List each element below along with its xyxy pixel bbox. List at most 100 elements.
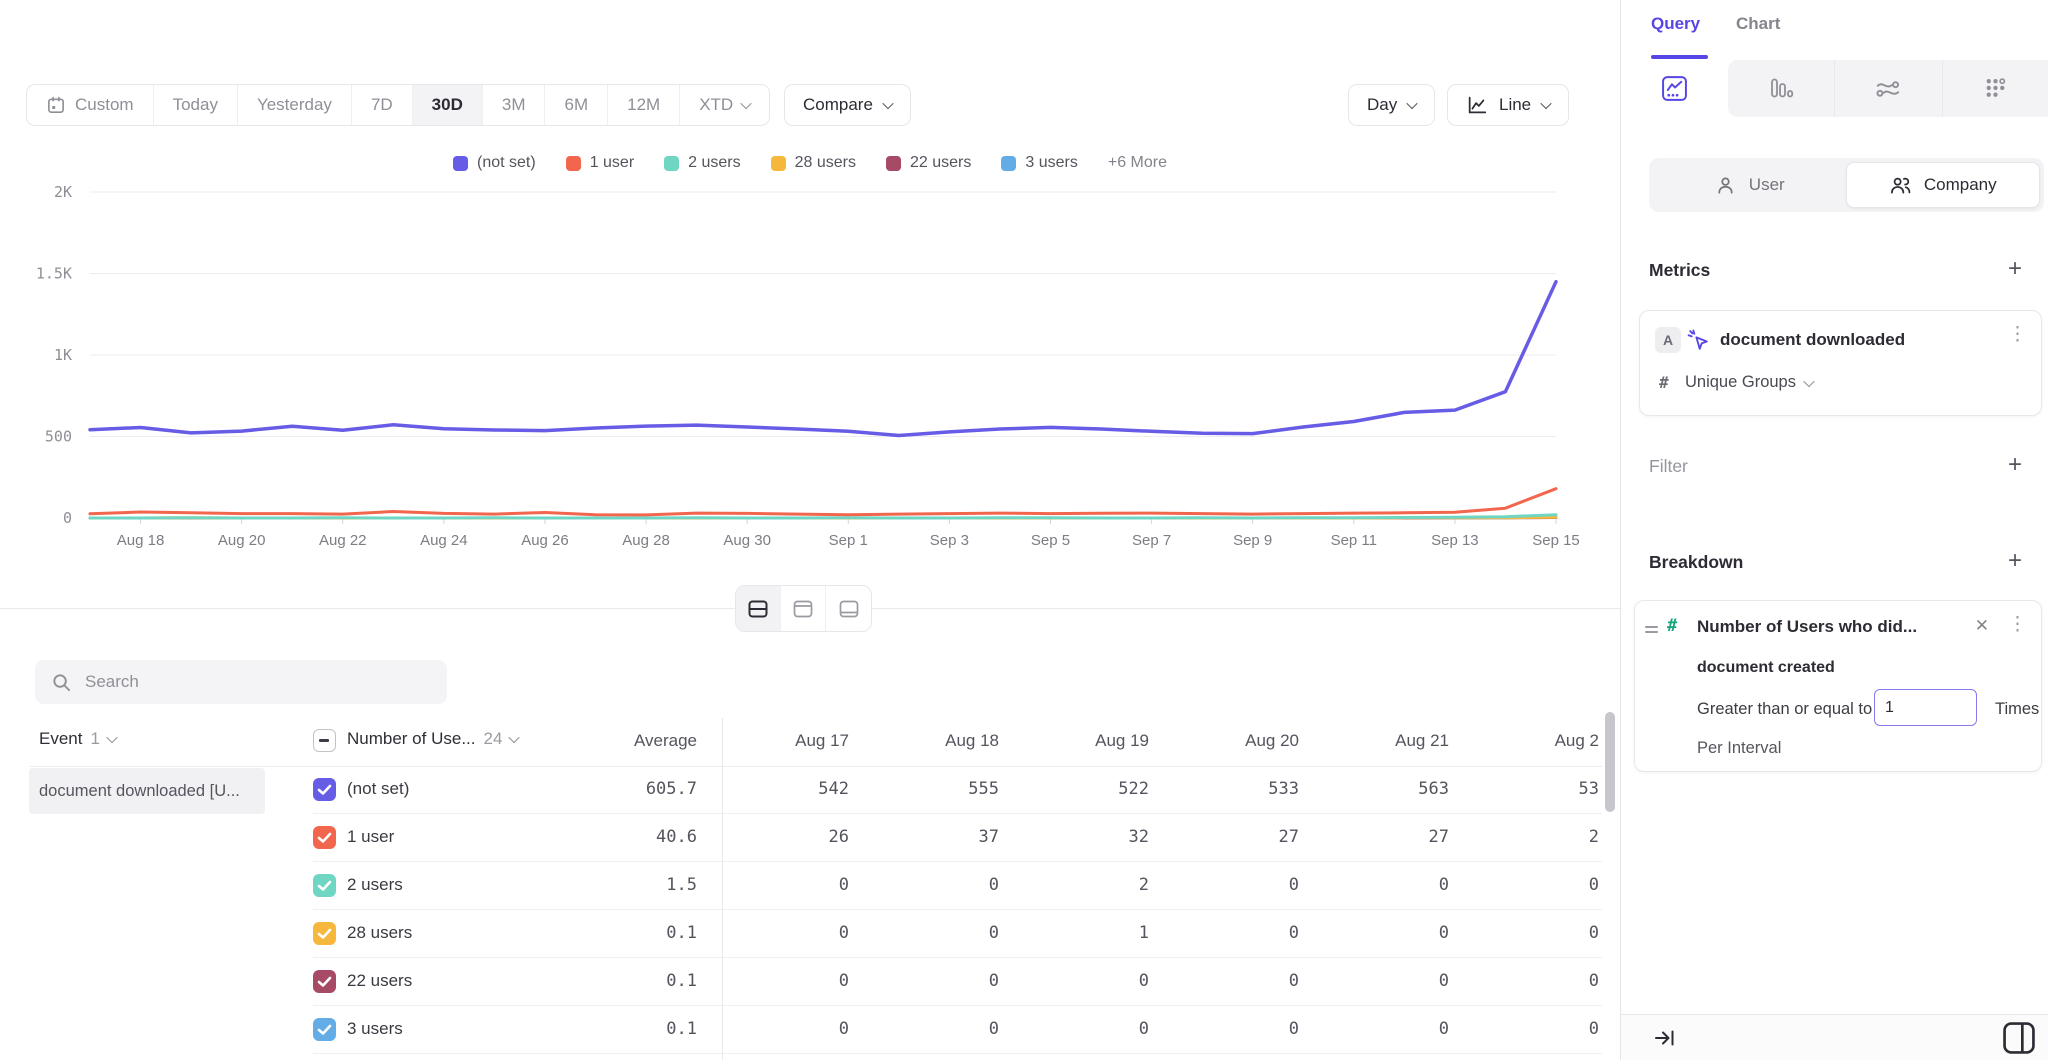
legend-item[interactable]: 28 users <box>771 154 856 172</box>
legend-label: 22 users <box>910 154 971 172</box>
row-checkbox[interactable] <box>313 778 336 801</box>
event-column-header[interactable]: Event 1 <box>39 729 116 749</box>
table-scrollbar[interactable] <box>1605 712 1615 812</box>
group-column-header[interactable]: Number of Use... 24 <box>347 729 518 749</box>
metrics-heading: Metrics <box>1649 260 1710 281</box>
measure-hash-icon: # <box>1659 373 1669 392</box>
row-value: 0 <box>1449 971 1599 991</box>
row-checkbox[interactable] <box>313 826 336 849</box>
date-column-header[interactable]: Aug 19 <box>999 731 1149 751</box>
frozen-column-divider <box>722 718 723 1060</box>
line-chart[interactable]: 05001K1.5K2KAug 18Aug 20Aug 22Aug 24Aug … <box>0 176 1620 560</box>
condition-value-input[interactable] <box>1874 689 1977 726</box>
svg-text:Sep 13: Sep 13 <box>1431 532 1479 549</box>
row-value: 27 <box>1149 827 1299 847</box>
date-range-label: Today <box>173 95 218 115</box>
breakdown-kebab-icon[interactable]: ⋮ <box>2008 615 2027 634</box>
table-row[interactable]: 3 users0.1000000 <box>0 1006 1620 1054</box>
average-column-header[interactable]: Average <box>547 731 697 751</box>
chart-type-dropdown[interactable]: Line <box>1447 84 1569 126</box>
row-value: 0 <box>1149 971 1299 991</box>
svg-text:Sep 9: Sep 9 <box>1233 532 1272 549</box>
interval-dropdown[interactable]: Day <box>1348 84 1435 126</box>
breakdown-title[interactable]: Number of Users who did... <box>1697 617 1917 637</box>
collapse-panel-icon[interactable] <box>1653 1026 1677 1055</box>
date-range-yesterday[interactable]: Yesterday <box>238 85 352 125</box>
breakdown-event-name[interactable]: document created <box>1697 659 1835 677</box>
date-range-label: 6M <box>564 95 588 115</box>
table-only-icon <box>838 598 860 620</box>
compare-button[interactable]: Compare <box>784 84 911 126</box>
metric-badge: A <box>1655 327 1681 353</box>
chart-type-line-button[interactable] <box>1621 60 1728 117</box>
select-all-checkbox[interactable] <box>313 729 336 752</box>
date-column-header[interactable]: Aug 2 <box>1449 731 1599 751</box>
table-row[interactable]: (not set)605.754255552253356353 <box>0 766 1620 814</box>
tab-query[interactable]: Query <box>1651 14 1700 34</box>
date-range-today[interactable]: Today <box>154 85 238 125</box>
date-column-header[interactable]: Aug 21 <box>1299 731 1449 751</box>
dot-grid-icon <box>1982 75 2009 102</box>
table-row[interactable]: 28 users0.1001000 <box>0 910 1620 958</box>
layout-table-only-button[interactable] <box>826 586 871 631</box>
legend-more[interactable]: +6 More <box>1108 154 1167 172</box>
add-metric-button[interactable]: + <box>2002 256 2028 282</box>
date-range-label: XTD <box>699 95 733 115</box>
table-row[interactable]: 1 user40.626373227272 <box>0 814 1620 862</box>
add-filter-button[interactable]: + <box>2002 452 2028 478</box>
svg-text:Aug 26: Aug 26 <box>521 532 569 549</box>
legend-item[interactable]: (not set) <box>453 154 536 172</box>
flow-chart-icon <box>1874 75 1902 103</box>
measure-dropdown[interactable]: Unique Groups <box>1685 373 1813 392</box>
svg-text:Sep 15: Sep 15 <box>1532 532 1580 549</box>
tab-chart[interactable]: Chart <box>1736 14 1780 34</box>
date-range-xtd[interactable]: XTD <box>680 85 769 125</box>
chart-type-flow-button[interactable] <box>1834 60 1942 117</box>
row-value: 0 <box>1149 1019 1299 1039</box>
metric-kebab-icon[interactable]: ⋮ <box>2008 325 2027 344</box>
condition-label: Greater than or equal to <box>1697 700 1872 719</box>
layout-split-view-button[interactable] <box>736 586 781 631</box>
date-range-12m[interactable]: 12M <box>608 85 680 125</box>
layout-chart-only-button[interactable] <box>781 586 826 631</box>
add-breakdown-button[interactable]: + <box>2002 548 2028 574</box>
svg-text:1.5K: 1.5K <box>36 265 72 283</box>
legend-item[interactable]: 22 users <box>886 154 971 172</box>
metric-event-name[interactable]: document downloaded <box>1720 330 1905 350</box>
date-range-30d[interactable]: 30D <box>413 85 483 125</box>
date-range-label: 7D <box>371 95 393 115</box>
date-column-header[interactable]: Aug 20 <box>1149 731 1299 751</box>
entity-toggle: User Company <box>1649 158 2044 212</box>
close-icon[interactable]: ✕ <box>1975 616 1989 636</box>
breakdown-card[interactable]: # Number of Users who did... ✕ ⋮ documen… <box>1634 600 2042 772</box>
toggle-company[interactable]: Company <box>1846 162 2041 208</box>
row-value: 0 <box>1299 1019 1449 1039</box>
table-row[interactable]: 2 users1.5002000 <box>0 862 1620 910</box>
table-row[interactable]: 22 users0.1000000 <box>0 958 1620 1006</box>
chart-type-grid-button[interactable] <box>1942 60 2048 117</box>
row-checkbox[interactable] <box>313 874 336 897</box>
chart-type-bar-button[interactable] <box>1728 60 1835 117</box>
row-value: 53 <box>1449 779 1599 799</box>
toggle-user[interactable]: User <box>1653 162 1846 208</box>
date-range-7d[interactable]: 7D <box>352 85 413 125</box>
date-range-picker: Custom Today Yesterday 7D 30D3M 6M 12M XTD <box>26 84 770 126</box>
date-range-3m[interactable]: 3M <box>483 85 546 125</box>
date-range-custom[interactable]: Custom <box>27 85 154 125</box>
per-interval-label[interactable]: Per Interval <box>1697 739 1781 758</box>
drag-handle-icon[interactable] <box>1645 623 1658 636</box>
search-input[interactable] <box>85 672 431 692</box>
legend-item[interactable]: 2 users <box>664 154 740 172</box>
legend-item[interactable]: 3 users <box>1001 154 1077 172</box>
row-value: 32 <box>999 827 1149 847</box>
date-range-6m[interactable]: 6M <box>545 85 608 125</box>
split-panel-icon[interactable] <box>1999 1018 2039 1060</box>
row-checkbox[interactable] <box>313 922 336 945</box>
row-checkbox[interactable] <box>313 1018 336 1041</box>
metric-card[interactable]: A document downloaded ⋮ # Unique Groups <box>1639 310 2042 416</box>
svg-text:Aug 30: Aug 30 <box>723 532 771 549</box>
date-column-header[interactable]: Aug 18 <box>849 731 999 751</box>
line-chart-icon <box>1466 94 1488 116</box>
row-checkbox[interactable] <box>313 970 336 993</box>
legend-item[interactable]: 1 user <box>566 154 634 172</box>
